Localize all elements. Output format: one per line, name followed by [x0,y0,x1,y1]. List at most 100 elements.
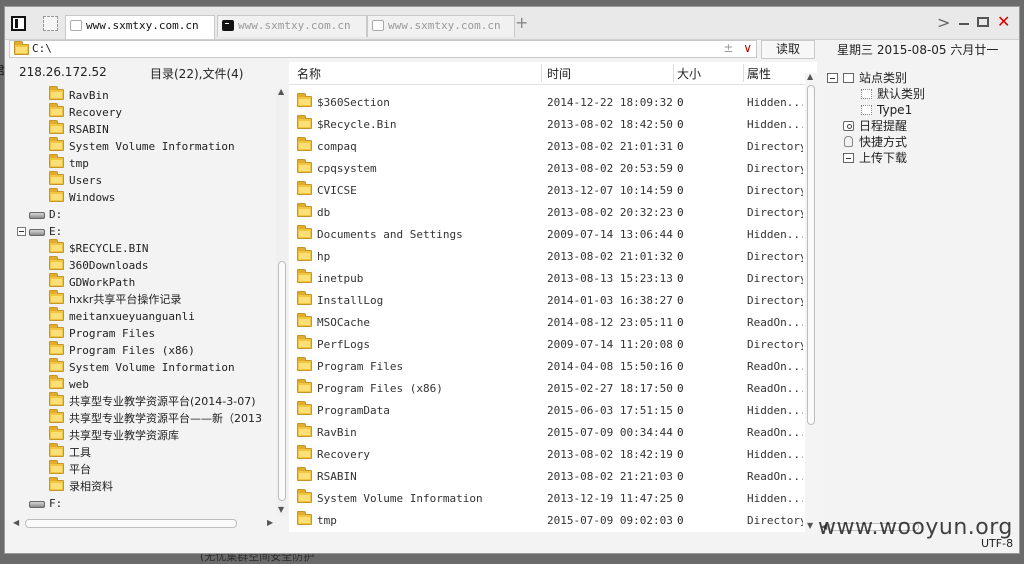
tree-drive[interactable]: E: [17,223,62,240]
file-row[interactable]: db 2013-08-02 20:32:23 0 Directory [289,202,803,224]
file-size: 0 [677,448,684,461]
tree-drive[interactable]: F: [29,495,62,512]
file-row[interactable]: InstallLog 2014-01-03 16:38:27 0 Directory [289,290,803,312]
tree-folder[interactable]: 共享型专业教学资源平台(2014-3-07) [49,392,256,410]
tree-horizontal-scrollbar[interactable]: ◀ ▶ [9,516,273,530]
file-size: 0 [677,250,684,263]
tree-folder[interactable]: 平台 [49,460,91,478]
folder-icon [49,324,64,338]
tab-label: www.sxmtxy.com.cn [388,19,501,32]
tree-folder[interactable]: meitanxueyuanguanli [49,307,195,325]
file-size: 0 [677,96,684,109]
column-size[interactable]: 大小 [677,65,701,82]
tree-folder[interactable]: RSABIN [49,120,109,138]
collapse-box-icon[interactable] [827,73,838,83]
tab-2[interactable]: www.sxmtxy.com.cn [217,15,367,37]
file-row[interactable]: RavBin 2015-07-09 00:34:44 0 ReadOn... [289,422,803,444]
file-row[interactable]: CVICSE 2013-12-07 10:14:59 0 Directory [289,180,803,202]
tree-folder[interactable]: GDWorkPath [49,273,135,291]
scroll-down-icon[interactable]: ▼ [278,505,284,514]
scroll-left-icon[interactable]: ◀ [13,518,19,527]
site-category-node[interactable]: 站点类别 [827,70,907,86]
file-list-scrollbar[interactable]: ▲ ▼ [805,72,817,533]
maximize-button[interactable] [977,17,989,27]
tree-folder[interactable]: $RECYCLE.BIN [49,239,148,257]
tree-folder[interactable]: 360Downloads [49,256,148,274]
scroll-thumb[interactable] [25,519,237,528]
file-size: 0 [677,206,684,219]
file-row[interactable]: tmp 2015-07-09 09:02:03 0 Directory [289,510,803,532]
file-row[interactable]: ProgramData 2015-06-03 17:51:15 0 Hidden... [289,400,803,422]
tree-folder[interactable]: hxkr共享平台操作记录 [49,290,181,308]
column-time[interactable]: 时间 [547,65,571,82]
tree-folder[interactable]: tmp [49,154,89,172]
tree-folder[interactable]: 工具 [49,443,91,461]
drive-icon [29,500,45,508]
shortcut-node[interactable]: 快捷方式 [844,134,907,150]
file-row[interactable]: Program Files (x86) 2015-02-27 18:17:50 0 R… [289,378,803,400]
file-row[interactable]: System Volume Information 2013-12-19 11:4… [289,488,803,510]
file-time: 2013-08-02 20:53:59 [547,162,673,175]
close-button[interactable]: ✕ [997,12,1010,31]
default-category-node[interactable]: 默认类别 [861,86,925,102]
scroll-up-icon[interactable]: ▲ [278,87,284,96]
collapse-icon[interactable] [17,227,26,236]
tree-folder[interactable]: 录相资料 [49,477,113,495]
left-pane-header: 218.26.172.52 目录(22),文件(4) [5,62,285,84]
sidebar-toggle-icon[interactable] [11,16,26,31]
tree-folder[interactable]: Windows [49,188,115,206]
tab-1[interactable]: www.sxmtxy.com.cn [65,15,215,39]
file-name: tmp [317,514,337,527]
tree-folder[interactable]: Program Files (x86) [49,341,195,359]
file-row[interactable]: cpqsystem 2013-08-02 20:53:59 0 Directory [289,158,803,180]
file-row[interactable]: Recovery 2013-08-02 18:42:19 0 Hidden... [289,444,803,466]
scroll-right-icon[interactable]: ▶ [267,518,273,527]
file-row[interactable]: inetpub 2013-08-13 15:23:13 0 Directory [289,268,803,290]
plus-minus-icon[interactable]: ± [723,41,733,55]
file-name-cell: RavBin [297,422,541,444]
file-row[interactable]: RSABIN 2013-08-02 21:21:03 0 ReadOn... [289,466,803,488]
blank-page-icon[interactable] [43,16,58,31]
scroll-thumb[interactable] [807,85,815,425]
tree-folder[interactable]: RavBin [49,86,109,104]
file-row[interactable]: PerfLogs 2009-07-14 11:20:08 0 Directory [289,334,803,356]
tab-3[interactable]: www.sxmtxy.com.cn [367,15,515,37]
tree-folder[interactable]: System Volume Information [49,358,235,376]
file-row[interactable]: Documents and Settings 2009-07-14 13:06:4… [289,224,803,246]
column-attr[interactable]: 属性 [747,65,771,82]
type1-node[interactable]: Type1 [861,102,912,118]
scroll-up-icon[interactable]: ▲ [807,72,813,81]
file-size: 0 [677,118,684,131]
scroll-thumb[interactable] [278,261,286,501]
file-name: RavBin [317,426,357,439]
tree-folder[interactable]: 共享型专业教学资源库 [49,426,179,444]
tree-folder[interactable]: Users [49,171,102,189]
tree-folder[interactable]: 共享型专业教学资源平台——新（2013 [49,409,262,427]
tree-folder[interactable]: web [49,375,89,393]
column-name[interactable]: 名称 [297,65,321,82]
file-name-cell: $360Section [297,92,541,114]
file-row[interactable]: Program Files 2014-04-08 15:50:16 0 ReadOn.… [289,356,803,378]
reminder-node[interactable]: 日程提醒 [843,118,907,134]
file-row[interactable]: $Recycle.Bin 2013-08-02 18:42:50 0 Hidden..… [289,114,803,136]
path-input[interactable]: C:\ ± ∨ [9,40,757,58]
read-button[interactable]: 读取 [761,40,815,59]
tree-folder[interactable]: Program Files [49,324,155,342]
file-row[interactable]: $360Section 2014-12-22 18:09:32 0 Hidden... [289,92,803,114]
file-row[interactable]: compaq 2013-08-02 21:01:31 0 Directory [289,136,803,158]
minimize-button[interactable] [959,23,969,25]
file-row[interactable]: MSOCache 2014-08-12 23:05:11 0 ReadOn... [289,312,803,334]
tree-folder[interactable]: Recovery [49,103,122,121]
file-size: 0 [677,382,684,395]
file-time: 2014-01-03 16:38:27 [547,294,673,307]
dropdown-icon[interactable]: ∨ [743,41,752,55]
file-row[interactable]: hp 2013-08-02 21:01:32 0 Directory [289,246,803,268]
chevron-right-icon[interactable]: > [937,13,950,32]
tree-vertical-scrollbar[interactable]: ▲ ▼ [276,87,288,515]
file-time: 2013-08-02 18:42:19 [547,448,673,461]
scroll-down-icon[interactable]: ▼ [807,521,813,530]
transfer-node[interactable]: 上传下载 [843,150,907,166]
tree-folder[interactable]: System Volume Information [49,137,235,155]
tree-drive[interactable]: D: [29,206,62,223]
new-tab-button[interactable]: + [515,13,528,32]
